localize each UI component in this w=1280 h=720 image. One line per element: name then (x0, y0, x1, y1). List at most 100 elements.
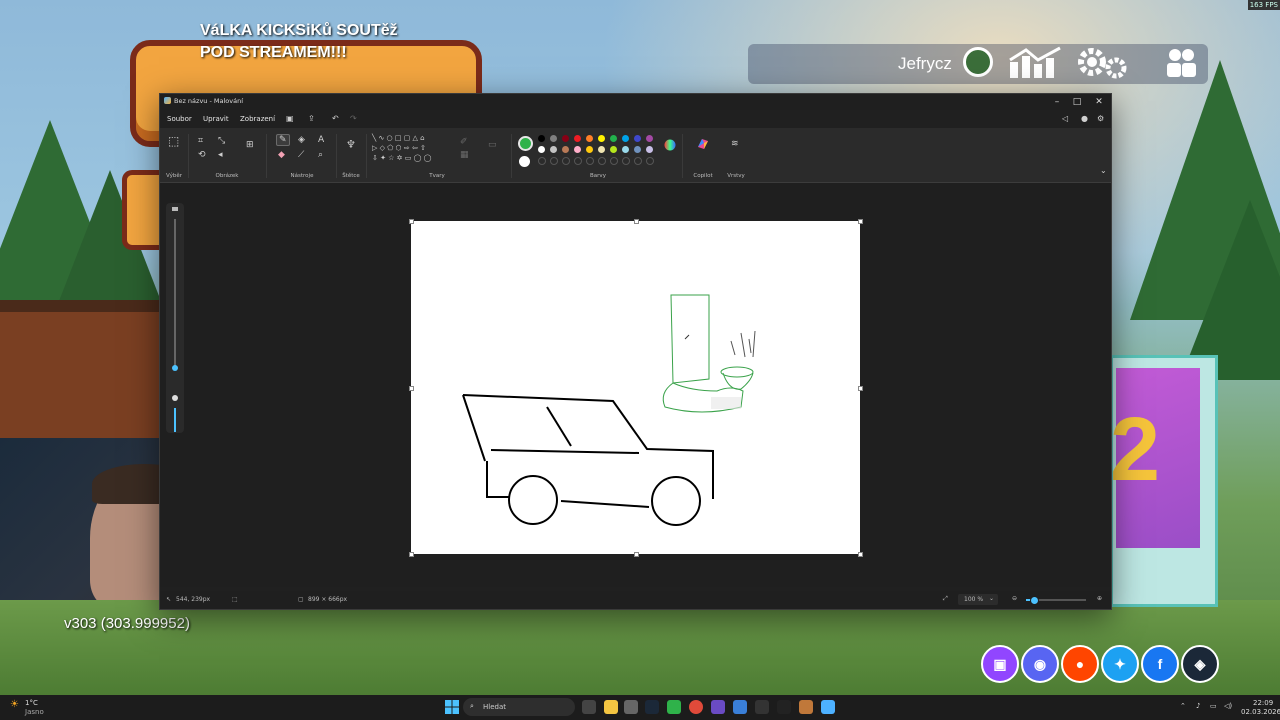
tray-chevron-icon[interactable]: ⌃ (1180, 702, 1186, 710)
rotate-icon[interactable]: ⟲ (198, 150, 206, 160)
color-swatch[interactable] (610, 135, 617, 142)
fill-icon[interactable]: ◈ (298, 135, 305, 145)
mic-icon[interactable]: ♪ (1196, 702, 1200, 710)
clock-date[interactable]: 02.03.2026 (1241, 708, 1280, 716)
color-swatch[interactable] (562, 135, 569, 142)
custom-color-slot[interactable] (562, 157, 570, 165)
resize-handle[interactable] (409, 552, 414, 557)
shapes-gallery[interactable]: ╲ ∿ ○ □ ▢ △ ⌂ ▷ ◇ ⬠ ⬡ ⇨ ⇦ ⇧ ⇩ ✦ ☆ ✡ ▭ ◯ … (372, 134, 452, 170)
steam-taskbar-icon[interactable] (645, 700, 659, 714)
color-swatch[interactable] (538, 135, 545, 142)
custom-color-slot[interactable] (586, 157, 594, 165)
primary-color-swatch[interactable] (518, 136, 533, 151)
custom-color-slot[interactable] (622, 157, 630, 165)
color-swatch[interactable] (634, 146, 641, 153)
resize-handle[interactable] (409, 386, 414, 391)
weather-desc[interactable]: Jasno (25, 708, 44, 716)
custom-color-slot[interactable] (634, 157, 642, 165)
shape-size-icon[interactable]: ▭ (488, 140, 497, 150)
pencil-icon[interactable]: ✎ (276, 134, 290, 146)
save-icon[interactable]: ▣ (286, 114, 294, 123)
crop-icon[interactable]: ⌗ (198, 136, 203, 146)
taskbar-search[interactable]: ⌕ Hledat (463, 698, 575, 716)
custom-color-slot[interactable] (610, 157, 618, 165)
app-icon[interactable] (777, 700, 791, 714)
party-icon[interactable] (1164, 46, 1198, 87)
menu-edit[interactable]: Upravit (203, 115, 229, 123)
drawing-canvas[interactable] (411, 221, 860, 554)
color-swatch[interactable] (598, 135, 605, 142)
xbox-icon[interactable] (667, 700, 681, 714)
start-button-icon[interactable] (445, 700, 459, 714)
color-swatch[interactable] (646, 146, 653, 153)
zoom-out-icon[interactable]: ⊖ (1012, 595, 1017, 602)
notepad-icon[interactable] (733, 700, 747, 714)
color-swatch[interactable] (550, 135, 557, 142)
chrome-icon[interactable] (689, 700, 703, 714)
undo-icon[interactable]: ↶ (332, 114, 339, 123)
zoom-dropdown[interactable]: 100 % ⌄ (958, 594, 998, 605)
secondary-color-swatch[interactable] (519, 156, 530, 167)
task-view-icon[interactable] (582, 700, 596, 714)
resize-handle[interactable] (409, 219, 414, 224)
color-swatch[interactable] (622, 146, 629, 153)
color-swatch[interactable] (574, 135, 581, 142)
resize-handle[interactable] (858, 386, 863, 391)
settings-icon[interactable] (1076, 46, 1132, 87)
shape-row-2[interactable]: ▷ ◇ ⬠ ⬡ ⇨ ⇦ ⇧ (372, 144, 426, 152)
resize-handle[interactable] (634, 219, 639, 224)
brush-size-slider[interactable] (166, 203, 184, 433)
store-icon[interactable] (624, 700, 638, 714)
color-swatch[interactable] (610, 146, 617, 153)
color-picker-icon[interactable]: ⟋ (298, 150, 304, 160)
color-swatch[interactable] (586, 146, 593, 153)
menu-file[interactable]: Soubor (167, 115, 192, 123)
weather-temp[interactable]: 1°C (25, 699, 38, 707)
opacity-track[interactable] (174, 408, 176, 432)
stats-icon[interactable] (1008, 46, 1064, 87)
resize-icon[interactable]: ⤡ (218, 136, 225, 146)
zoom-slider[interactable] (1026, 596, 1086, 605)
magnifier-icon[interactable]: ⌕ (318, 150, 323, 160)
text-icon[interactable]: A (318, 135, 324, 145)
custom-color-slot[interactable] (598, 157, 606, 165)
weather-icon[interactable]: ☀ (10, 699, 19, 710)
resize-handle[interactable] (858, 552, 863, 557)
color-swatch[interactable] (586, 135, 593, 142)
network-icon[interactable]: ▭ (1210, 702, 1217, 710)
color-swatch[interactable] (550, 146, 557, 153)
custom-color-slot[interactable] (538, 157, 546, 165)
golf-game-icon[interactable] (799, 700, 813, 714)
shape-row-3[interactable]: ⇩ ✦ ☆ ✡ ▭ ◯ ◯ (372, 154, 432, 162)
settings-gear-icon[interactable]: ⚙ (1097, 114, 1104, 123)
copilot-icon[interactable] (696, 137, 710, 152)
shape-outline-icon[interactable]: ✐ (460, 137, 468, 147)
color-swatch[interactable] (562, 146, 569, 153)
custom-color-slot[interactable] (646, 157, 654, 165)
zoom-slider-thumb[interactable] (1030, 596, 1040, 605)
title-bar[interactable]: Bez názvu - Malování – □ ✕ (160, 94, 1111, 110)
fit-to-window-icon[interactable]: ⤢ (943, 595, 948, 603)
edit-colors-icon[interactable] (664, 139, 676, 152)
shape-line-icon[interactable]: ╲ ∿ ○ □ ▢ △ ⌂ (372, 134, 425, 142)
file-explorer-icon[interactable] (604, 700, 618, 714)
color-swatch[interactable] (646, 135, 653, 142)
paint-taskbar-icon[interactable] (821, 700, 835, 714)
color-swatch[interactable] (538, 146, 545, 153)
select-tool-icon[interactable]: ⬚ (168, 135, 179, 147)
image-options-icon[interactable]: ⊞ (246, 140, 254, 150)
brush-icon[interactable]: ♆ (346, 139, 356, 150)
close-icon[interactable]: ✕ (1088, 95, 1110, 109)
color-swatch[interactable] (634, 135, 641, 142)
maximize-icon[interactable]: □ (1066, 95, 1088, 109)
color-swatch[interactable] (598, 146, 605, 153)
share-icon[interactable]: ⇪ (308, 114, 315, 123)
volume-icon[interactable]: ◁) (1224, 702, 1232, 710)
discord-taskbar-icon[interactable] (711, 700, 725, 714)
color-swatch[interactable] (574, 146, 581, 153)
shape-fill-icon[interactable]: ▦ (460, 150, 469, 160)
color-swatch[interactable] (622, 135, 629, 142)
layers-icon[interactable]: ≋ (731, 139, 739, 149)
account-icon[interactable]: ● (1081, 114, 1088, 123)
custom-color-slot[interactable] (550, 157, 558, 165)
